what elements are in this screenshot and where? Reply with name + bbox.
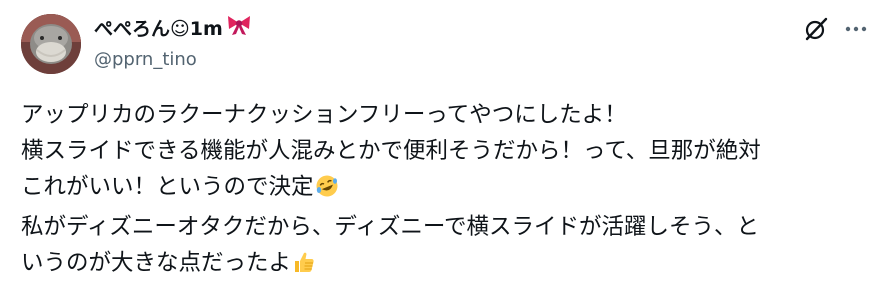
post-text-line: これがいい！というので決定	[21, 174, 314, 200]
post-text-line: 私がディズニーオタクだから、ディズニーで横スライドが活躍しそう、と	[21, 214, 760, 240]
post-card: ぺぺろん☺1m @pprn_tino アップリカのラクーナクッションフリーってや…	[0, 0, 892, 298]
more-icon[interactable]	[843, 16, 869, 42]
grok-icon[interactable]	[803, 16, 829, 42]
avatar[interactable]	[21, 14, 81, 74]
display-name-text: ぺぺろん☺1m	[94, 17, 223, 40]
post-text-line: いうのが大きな点だったよ	[21, 250, 292, 276]
thumbs-up-emoji	[292, 249, 316, 285]
author-handle[interactable]: @pprn_tino	[94, 48, 197, 72]
rofl-emoji	[315, 173, 339, 209]
ribbon-icon	[226, 14, 252, 43]
author-display-name[interactable]: ぺぺろん☺1m	[94, 14, 252, 43]
post-text: アップリカのラクーナクッションフリーってやつにしたよ！ 横スライドできる機能が人…	[21, 97, 881, 285]
post-text-line: アップリカのラクーナクッションフリーってやつにしたよ！	[21, 102, 627, 128]
post-text-line: 横スライドできる機能が人混みとかで便利そうだから！って、旦那が絶対	[21, 138, 761, 164]
post-text-line-with-emoji: いうのが大きな点だったよ	[21, 245, 881, 285]
post-text-line-with-emoji: これがいい！というので決定	[21, 169, 881, 209]
